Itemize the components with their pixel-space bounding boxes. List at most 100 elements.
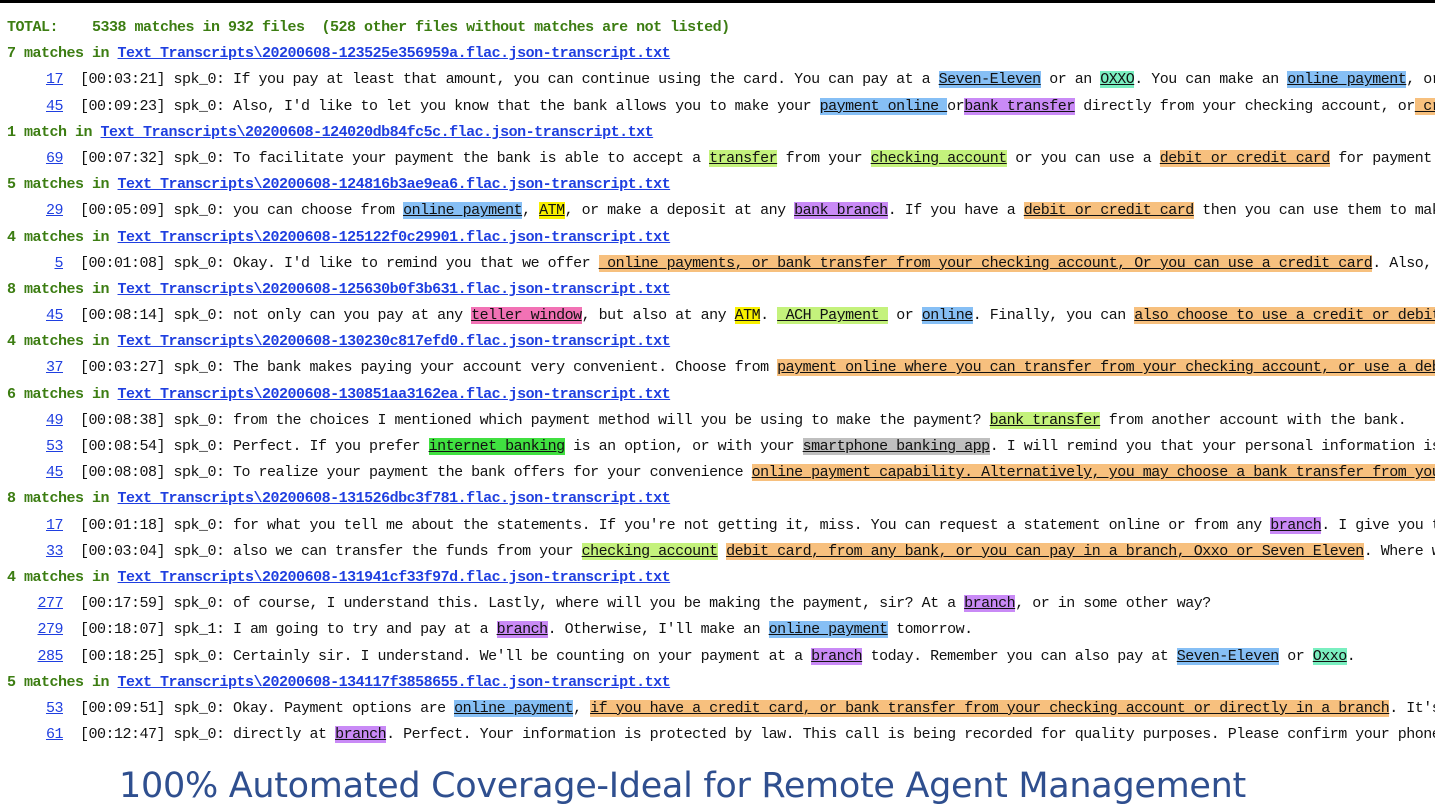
highlighted-match: bank transfer xyxy=(989,411,1101,429)
line-number-link[interactable]: 29 xyxy=(0,198,64,224)
match-count: 4 matches in xyxy=(7,333,118,351)
line-text: Certainly sir. I understand. We'll be co… xyxy=(233,647,812,665)
line-number-link[interactable]: 45 xyxy=(0,94,64,120)
match-count: 1 match in xyxy=(7,123,101,141)
file-link[interactable]: Text Transcripts\20200608-130851aa3162ea… xyxy=(118,386,671,403)
highlighted-match: branch xyxy=(335,726,387,744)
match-line: 17 [00:03:21] spk_0: If you pay at least … xyxy=(0,67,1435,93)
line-text: also we can transfer the funds from your xyxy=(233,542,582,560)
line-number-link[interactable]: 45 xyxy=(0,460,64,486)
search-results: TOTAL: 5338 matches in 932 files (528 ot… xyxy=(0,15,1435,748)
line-text: If you pay at least that amount, you can… xyxy=(233,71,939,89)
timestamp-speaker: [00:03:04] spk_0: xyxy=(80,542,234,560)
highlighted-match: debit or credit card xyxy=(1023,202,1194,220)
match-line: 37 [00:03:27] spk_0: The bank makes payin… xyxy=(0,355,1435,381)
file-link[interactable]: Text Transcripts\20200608-130230c817efd0… xyxy=(118,333,671,350)
highlighted-match: ACH Payment xyxy=(777,307,888,325)
line-number-link[interactable]: 69 xyxy=(0,146,64,172)
line-number-link[interactable]: 17 xyxy=(0,67,64,93)
line-text: or xyxy=(1278,647,1313,665)
match-line: 45 [00:08:14] spk_0: not only can you pay… xyxy=(0,303,1435,329)
highlighted-match: online payment xyxy=(768,621,888,639)
file-link[interactable]: Text Transcripts\20200608-125122f0c29901… xyxy=(118,229,671,246)
match-line: 29 [00:05:09] spk_0: you can choose from … xyxy=(0,198,1435,224)
highlighted-match: smartphone banking app xyxy=(802,438,990,455)
line-number-link[interactable]: 277 xyxy=(0,591,63,617)
file-link[interactable]: Text Transcripts\20200608-131526dbc3f781… xyxy=(118,490,671,507)
line-text: . xyxy=(1346,647,1356,665)
match-line: 45 [00:09:23] spk_0: Also, I'd like to le… xyxy=(0,94,1435,120)
timestamp-speaker: [00:01:18] spk_0: xyxy=(80,516,234,534)
file-link[interactable]: Text Transcripts\20200608-131941cf33f97d… xyxy=(118,569,671,586)
line-text: Also, I'd like to let you know that the … xyxy=(233,97,820,115)
line-text: . It's important to xyxy=(1389,699,1435,717)
line-text: from another account with the bank. xyxy=(1100,411,1407,429)
line-number-link[interactable]: 53 xyxy=(0,696,64,722)
line-text: . Perfect. Your information is protected… xyxy=(386,726,1435,744)
line-number-link[interactable]: 37 xyxy=(0,355,64,381)
timestamp-speaker: [00:08:54] spk_0: xyxy=(80,438,234,455)
line-text: directly from your checking account, or xyxy=(1074,97,1415,115)
highlighted-match: internet banking xyxy=(428,438,565,455)
line-number-link[interactable]: 279 xyxy=(0,617,63,643)
line-number-link[interactable]: 53 xyxy=(0,434,64,460)
timestamp-speaker: [00:03:27] spk_0: xyxy=(80,359,234,377)
match-count: 5 matches in xyxy=(7,673,118,691)
highlighted-match: checking account xyxy=(870,149,1007,167)
line-number-link[interactable]: 33 xyxy=(0,539,64,565)
match-line: 61 [00:12:47] spk_0: directly at branch. … xyxy=(0,722,1435,748)
file-header: 5 matches in Text Transcripts\20200608-1… xyxy=(0,670,1435,696)
line-text: is an option, or with your xyxy=(564,438,803,455)
line-text: . Otherwise, I'll make an xyxy=(547,621,769,639)
line-text: from the choices I mentioned which payme… xyxy=(233,411,990,429)
line-text: . Also, you can pay a xyxy=(1372,254,1432,272)
file-header: 8 matches in Text Transcripts\20200608-1… xyxy=(0,486,1435,512)
match-line: 5 [00:01:08] spk_0: Okay. I'd like to rem… xyxy=(0,251,1435,277)
line-number-link[interactable]: 17 xyxy=(0,513,64,539)
highlighted-match: also choose to use a credit or debit car… xyxy=(1134,307,1435,325)
line-text: today. Remember you can also pay at xyxy=(862,647,1177,665)
timestamp-speaker: [00:01:08] spk_0: xyxy=(80,254,234,272)
line-text: . xyxy=(760,307,778,325)
line-text: for payment. Also sir, it xyxy=(1338,149,1435,167)
line-text: , xyxy=(573,699,591,717)
file-header: 1 match in Text Transcripts\20200608-124… xyxy=(0,120,1435,146)
line-number-link[interactable]: 285 xyxy=(0,644,63,670)
line-number-link[interactable]: 49 xyxy=(0,408,64,434)
line-text: The bank makes paying your account very … xyxy=(233,359,778,377)
file-link[interactable]: Text Transcripts\20200608-134117f3858655… xyxy=(118,674,671,691)
match-count: 4 matches in xyxy=(7,568,118,586)
file-header: 5 matches in Text Transcripts\20200608-1… xyxy=(0,172,1435,198)
line-number-link[interactable]: 61 xyxy=(0,722,64,748)
highlighted-match: bank transfer xyxy=(964,97,1075,115)
file-link[interactable]: Text Transcripts\20200608-123525e356959a… xyxy=(118,45,671,62)
line-number-link[interactable]: 5 xyxy=(0,251,63,277)
file-link[interactable]: Text Transcripts\20200608-124816b3ae9ea6… xyxy=(118,176,671,193)
match-line: 279 [00:18:07] spk_1: I am going to try a… xyxy=(0,617,1435,643)
match-count: 8 matches in xyxy=(7,280,118,298)
highlighted-match: Seven-Eleven xyxy=(938,71,1041,89)
match-line: 17 [00:01:18] spk_0: for what you tell me… xyxy=(0,513,1435,539)
highlighted-match: OXXO xyxy=(1100,71,1135,89)
match-line: 49 [00:08:38] spk_0: from the choices I m… xyxy=(0,408,1435,434)
line-text: then you can use them to make a payment. xyxy=(1202,202,1435,220)
file-header: 4 matches in Text Transcripts\20200608-1… xyxy=(0,225,1435,251)
highlighted-match: branch xyxy=(1270,516,1322,534)
line-text: , or make a deposit at any xyxy=(564,202,795,220)
line-text: for what you tell me about the statement… xyxy=(233,516,1271,534)
timestamp-speaker: [00:18:25] spk_0: xyxy=(80,647,234,665)
timestamp-speaker: [00:09:51] spk_0: xyxy=(80,699,234,717)
line-text: you can choose from xyxy=(233,202,404,220)
match-line: 53 [00:08:54] spk_0: Perfect. If you pref… xyxy=(0,434,1435,460)
line-text: Perfect. If you prefer xyxy=(233,438,429,455)
highlighted-match: branch xyxy=(964,595,1016,613)
line-text: . Finally, you can xyxy=(972,307,1135,325)
highlighted-match: branch xyxy=(811,647,863,665)
line-number-link[interactable]: 45 xyxy=(0,303,64,329)
file-link[interactable]: Text Transcripts\20200608-125630b0f3b631… xyxy=(118,281,671,298)
line-text: To facilitate your payment the bank is a… xyxy=(233,149,710,167)
file-link[interactable]: Text Transcripts\20200608-124020db84fc5c… xyxy=(101,124,654,141)
file-header: 8 matches in Text Transcripts\20200608-1… xyxy=(0,277,1435,303)
match-count: 7 matches in xyxy=(7,45,118,63)
timestamp-speaker: [00:07:32] spk_0: xyxy=(80,149,234,167)
